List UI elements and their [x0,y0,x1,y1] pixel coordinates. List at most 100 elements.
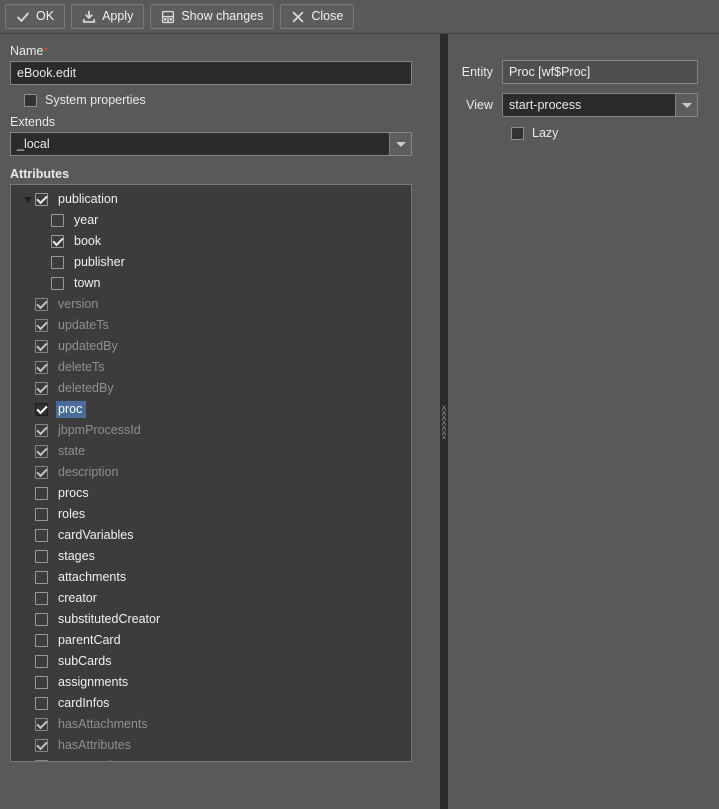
attribute-checkbox[interactable] [35,424,48,437]
lazy-checkbox-row[interactable]: Lazy [511,126,705,140]
tree-row[interactable]: creator [11,588,411,609]
attribute-checkbox[interactable] [35,361,48,374]
chevron-down-icon [395,141,406,147]
attribute-label: proc [56,401,87,418]
chevron-down-icon [681,102,692,108]
tree-row[interactable]: updateTs [11,315,411,336]
tree-row[interactable]: hasAttributes [11,735,411,756]
entity-row: Entity [454,60,705,84]
tree-row[interactable]: publication [11,189,411,210]
attribute-checkbox[interactable] [35,634,48,647]
attribute-label: publisher [74,255,125,269]
splitter-grip-icon [442,404,446,439]
attribute-checkbox[interactable] [35,655,48,668]
name-label: Name* [10,44,430,58]
extends-combobox[interactable]: _local [10,132,412,156]
attribute-checkbox[interactable] [35,529,48,542]
attribute-checkbox[interactable] [35,340,48,353]
tree-row[interactable]: assignments [11,672,411,693]
tree-row[interactable]: description [11,462,411,483]
view-dropdown-arrow[interactable] [675,94,697,116]
attribute-checkbox[interactable] [35,550,48,563]
tree-row[interactable]: updatedBy [11,336,411,357]
tree-row[interactable]: year [11,210,411,231]
attribute-checkbox[interactable] [35,487,48,500]
close-button[interactable]: Close [280,4,355,29]
system-properties-checkbox[interactable] [24,93,37,107]
system-properties-checkbox-row[interactable]: System properties [24,93,430,107]
attribute-checkbox[interactable] [35,445,48,458]
attribute-label: roles [58,507,86,521]
tree-row[interactable]: stages [11,546,411,567]
tree-row[interactable]: cardVariables [11,525,411,546]
attribute-checkbox[interactable] [51,214,64,227]
attribute-checkbox[interactable] [35,571,48,584]
attribute-checkbox[interactable] [35,676,48,689]
attribute-label: assignments [58,675,129,689]
extends-label: Extends [10,115,56,129]
attribute-checkbox[interactable] [35,592,48,605]
attribute-label: deletedBy [58,381,114,395]
extends-value: _local [17,137,50,151]
name-input[interactable] [10,61,412,85]
lazy-checkbox[interactable] [511,126,524,140]
tree-row[interactable]: hasAttachments [11,714,411,735]
show-changes-button-label: Show changes [181,9,264,24]
view-combobox[interactable]: start-process [502,93,698,117]
tree-row[interactable]: version [11,294,411,315]
attribute-label: hasAttributes [58,738,131,752]
save-icon [82,10,96,24]
view-row: View start-process [454,93,705,117]
attribute-checkbox[interactable] [35,193,48,206]
attribute-checkbox[interactable] [51,256,64,269]
attribute-label: subCards [58,654,112,668]
tree-row[interactable]: book [11,231,411,252]
tree-row[interactable]: publisher [11,252,411,273]
tree-row[interactable]: procFamily [11,756,411,761]
show-changes-button[interactable]: Show changes [150,4,275,29]
attribute-label: jbpmProcessId [58,423,141,437]
tree-row[interactable]: subCards [11,651,411,672]
tree-row[interactable]: procs [11,483,411,504]
attribute-checkbox[interactable] [35,760,48,761]
attribute-checkbox[interactable] [35,697,48,710]
expander-triangle-icon[interactable] [21,196,35,203]
check-icon [16,10,30,24]
attribute-checkbox[interactable] [35,382,48,395]
attribute-label: parentCard [58,633,121,647]
attribute-label: town [74,276,101,290]
tree-row[interactable]: parentCard [11,630,411,651]
attribute-checkbox[interactable] [35,613,48,626]
attribute-checkbox[interactable] [35,403,48,416]
attribute-checkbox[interactable] [35,466,48,479]
attribute-checkbox[interactable] [51,277,64,290]
tree-row[interactable]: state [11,441,411,462]
tree-row[interactable]: attachments [11,567,411,588]
attribute-label: hasAttachments [58,717,148,731]
tree-row[interactable]: proc [11,399,411,420]
tree-row[interactable]: roles [11,504,411,525]
entity-field[interactable] [502,60,698,84]
tree-row[interactable]: substitutedCreator [11,609,411,630]
attribute-checkbox[interactable] [35,718,48,731]
attributes-tree[interactable]: publication year book publisher town version u… [10,184,412,762]
panel-splitter[interactable] [440,34,448,809]
extends-dropdown-arrow[interactable] [389,133,411,155]
ok-button-label: OK [36,9,55,24]
attributes-label: Attributes [10,167,70,181]
attribute-label: cardInfos [58,696,110,710]
required-marker: * [43,44,49,58]
tree-row[interactable]: cardInfos [11,693,411,714]
attribute-label: publication [58,192,118,206]
attribute-checkbox[interactable] [35,319,48,332]
ok-button[interactable]: OK [5,4,66,29]
tree-row[interactable]: deletedBy [11,378,411,399]
tree-row[interactable]: deleteTs [11,357,411,378]
tree-row[interactable]: town [11,273,411,294]
attribute-checkbox[interactable] [35,298,48,311]
attribute-checkbox[interactable] [35,508,48,521]
attribute-checkbox[interactable] [35,739,48,752]
apply-button[interactable]: Apply [71,4,145,29]
tree-row[interactable]: jbpmProcessId [11,420,411,441]
attribute-checkbox[interactable] [51,235,64,248]
